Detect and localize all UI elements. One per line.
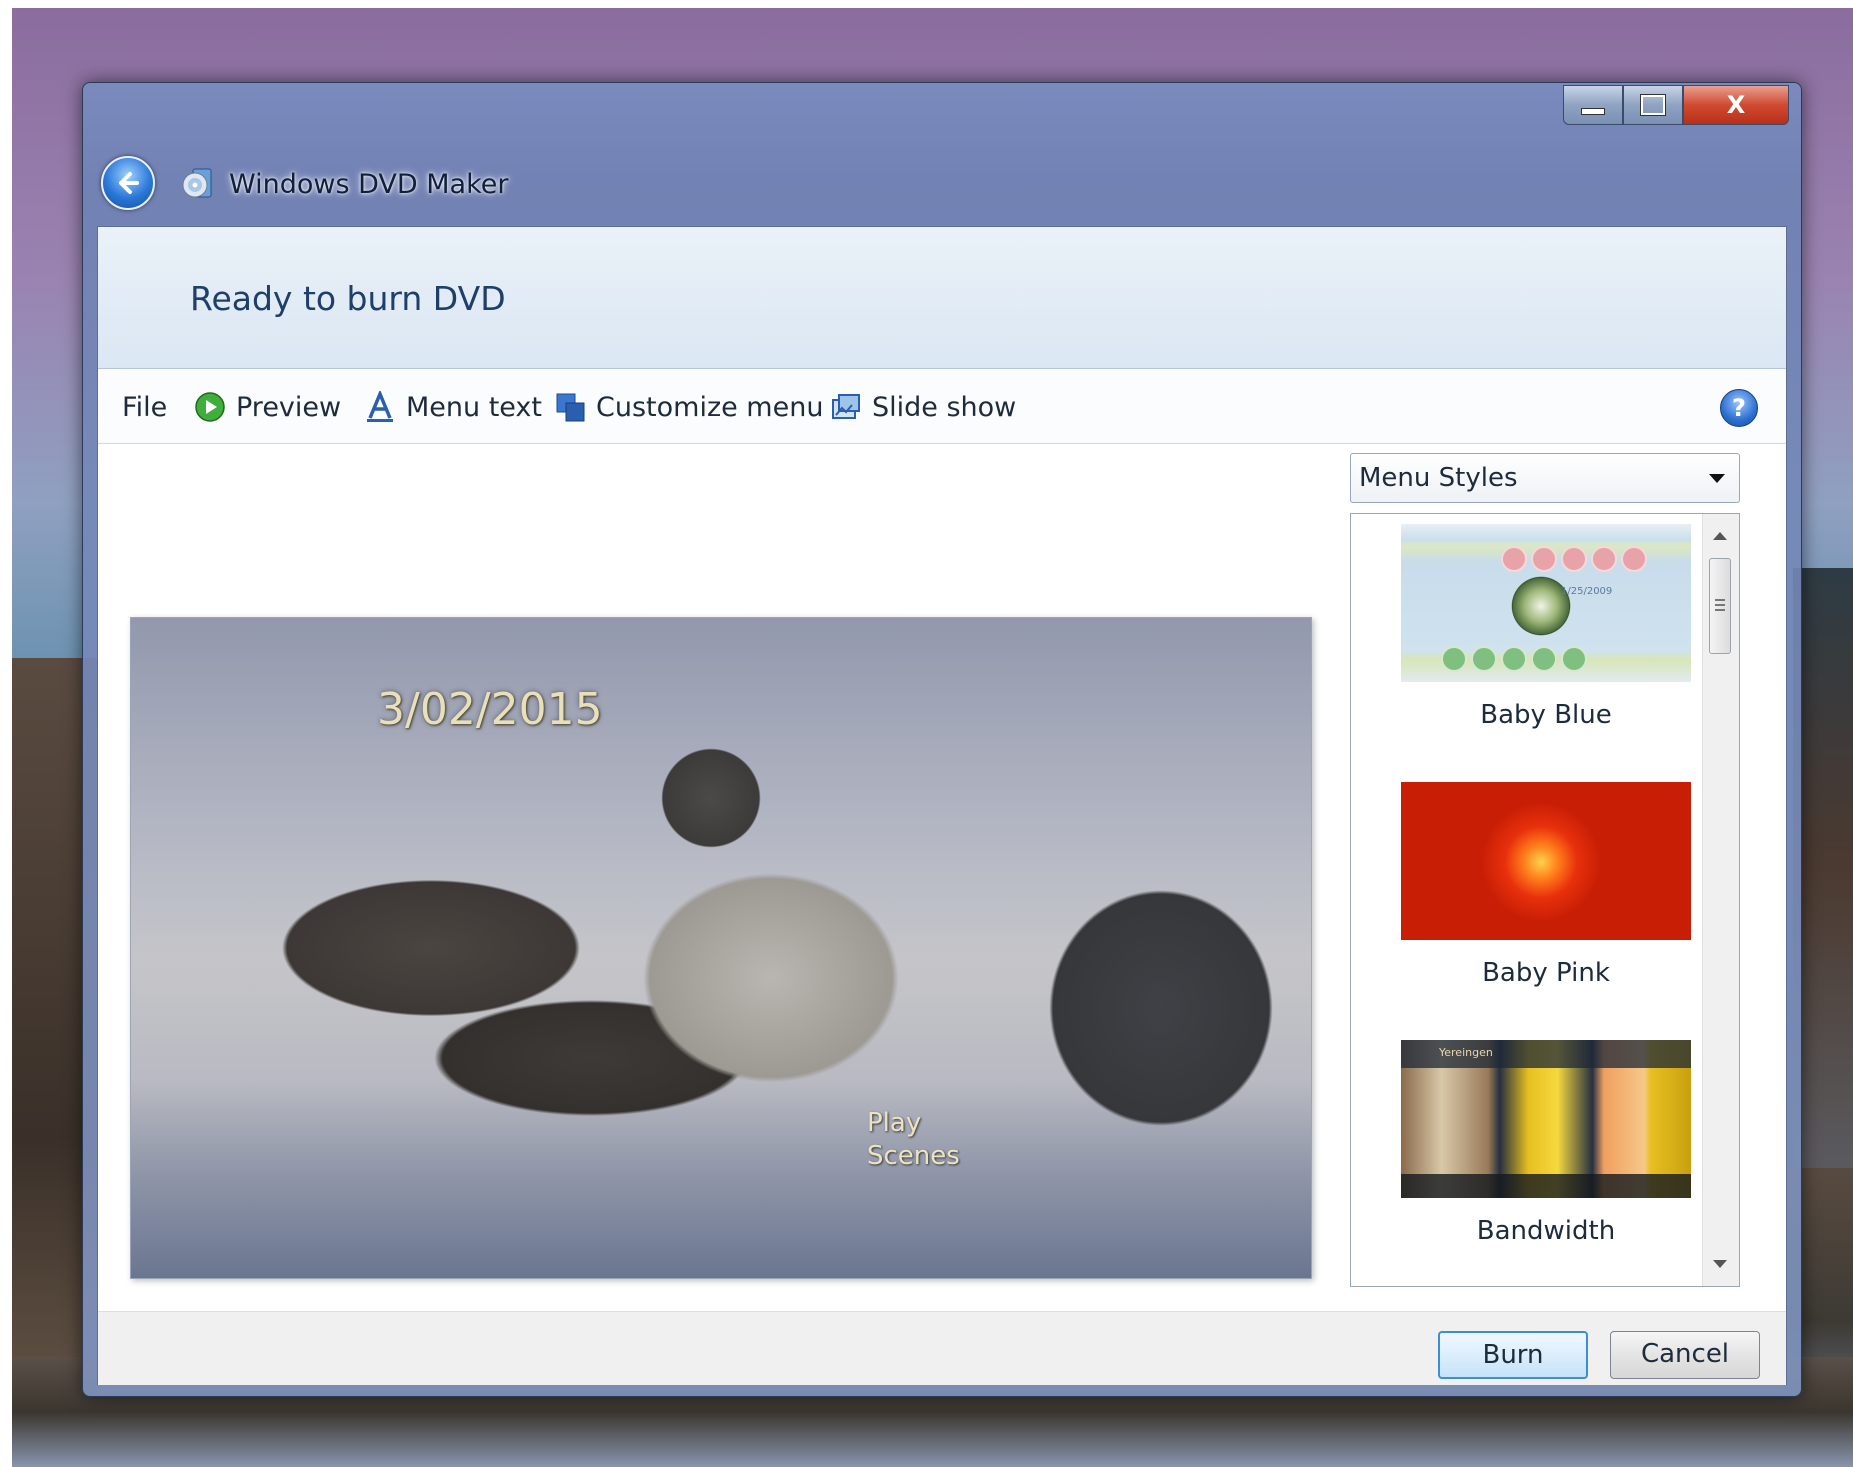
help-icon[interactable]: ?	[1720, 389, 1758, 427]
minimize-button[interactable]	[1563, 85, 1623, 125]
thumb-decor-dots-bottom	[1441, 646, 1587, 672]
menu-styles-value: Menu Styles	[1359, 463, 1518, 493]
dvd-maker-window: X Windows DVD Maker Ready to burn DVD Fi…	[82, 82, 1802, 1397]
caption-buttons: X	[1563, 85, 1789, 125]
style-item-baby-blue[interactable]: 1/25/2009 Baby Blue	[1401, 524, 1691, 764]
preview-button[interactable]: Preview	[194, 389, 341, 425]
client-area: Ready to burn DVD File Preview Menu text	[97, 226, 1787, 1385]
thumb-date-text: 1/25/2009	[1561, 586, 1613, 597]
text-format-icon	[367, 391, 393, 422]
dropdown-arrow-icon	[1709, 474, 1725, 483]
page-title: Ready to burn DVD	[190, 279, 506, 318]
slide-show-icon	[832, 394, 860, 419]
styles-scrollbar[interactable]	[1702, 514, 1739, 1286]
style-name: Baby Pink	[1482, 958, 1610, 988]
minimize-icon	[1581, 107, 1605, 115]
dvd-scenes-link[interactable]: Scenes	[867, 1141, 960, 1171]
scroll-up-arrow-icon[interactable]	[1713, 532, 1727, 540]
customize-menu-icon	[556, 393, 585, 422]
scroll-down-arrow-icon[interactable]	[1713, 1260, 1727, 1268]
style-name: Bandwidth	[1476, 1216, 1616, 1246]
burn-button[interactable]: Burn	[1438, 1331, 1588, 1379]
style-item-bandwidth[interactable]: Yereingen Bandwidth	[1401, 1040, 1691, 1280]
thumb-decor-dots-top	[1501, 546, 1647, 572]
file-menu[interactable]: File	[122, 389, 167, 425]
style-name: Baby Blue	[1480, 700, 1612, 730]
preview-label: Preview	[236, 391, 342, 423]
maximize-icon	[1640, 94, 1666, 116]
footer-bar: Burn Cancel	[98, 1311, 1786, 1385]
back-arrow-icon	[119, 172, 139, 194]
slide-show-label: Slide show	[872, 391, 1017, 423]
slide-show-button[interactable]: Slide show	[830, 389, 1016, 425]
menu-styles-dropdown[interactable]: Menu Styles	[1350, 453, 1740, 503]
thumb-title-text: Yereingen	[1439, 1046, 1493, 1059]
dvd-maker-app-icon	[182, 168, 212, 198]
header-band: Ready to burn DVD	[98, 227, 1786, 369]
customize-menu-label: Customize menu	[596, 391, 824, 423]
dvd-menu-date: 3/02/2015	[377, 684, 603, 735]
close-button[interactable]: X	[1683, 85, 1789, 125]
baby-blue-thumbnail: 1/25/2009	[1401, 524, 1691, 682]
menu-text-label: Menu text	[406, 391, 543, 423]
toolbar: File Preview Menu text Customize menu Sl…	[98, 369, 1786, 444]
maximize-button[interactable]	[1623, 85, 1683, 125]
customize-menu-button[interactable]: Customize menu	[554, 389, 823, 425]
window-title: Windows DVD Maker	[229, 169, 509, 200]
close-icon: X	[1726, 91, 1746, 119]
dvd-menu-preview: 3/02/2015 Play Scenes	[130, 617, 1312, 1279]
style-item-baby-pink[interactable]: Baby Pink	[1401, 782, 1691, 1022]
wallpaper-rock-right	[1793, 568, 1853, 1168]
scroll-thumb[interactable]	[1709, 558, 1731, 654]
dvd-play-link[interactable]: Play	[867, 1108, 921, 1138]
play-icon	[195, 392, 225, 422]
baby-pink-thumbnail	[1401, 782, 1691, 940]
menu-text-button[interactable]: Menu text	[364, 389, 542, 425]
back-button[interactable]	[101, 156, 155, 210]
bandwidth-thumbnail: Yereingen	[1401, 1040, 1691, 1198]
menu-styles-list: 1/25/2009 Baby Blue Baby Pink Yereingen …	[1350, 513, 1740, 1287]
file-menu-label: File	[122, 391, 168, 423]
cancel-button[interactable]: Cancel	[1610, 1331, 1760, 1379]
thumb-bottom-bar	[1401, 1174, 1691, 1198]
